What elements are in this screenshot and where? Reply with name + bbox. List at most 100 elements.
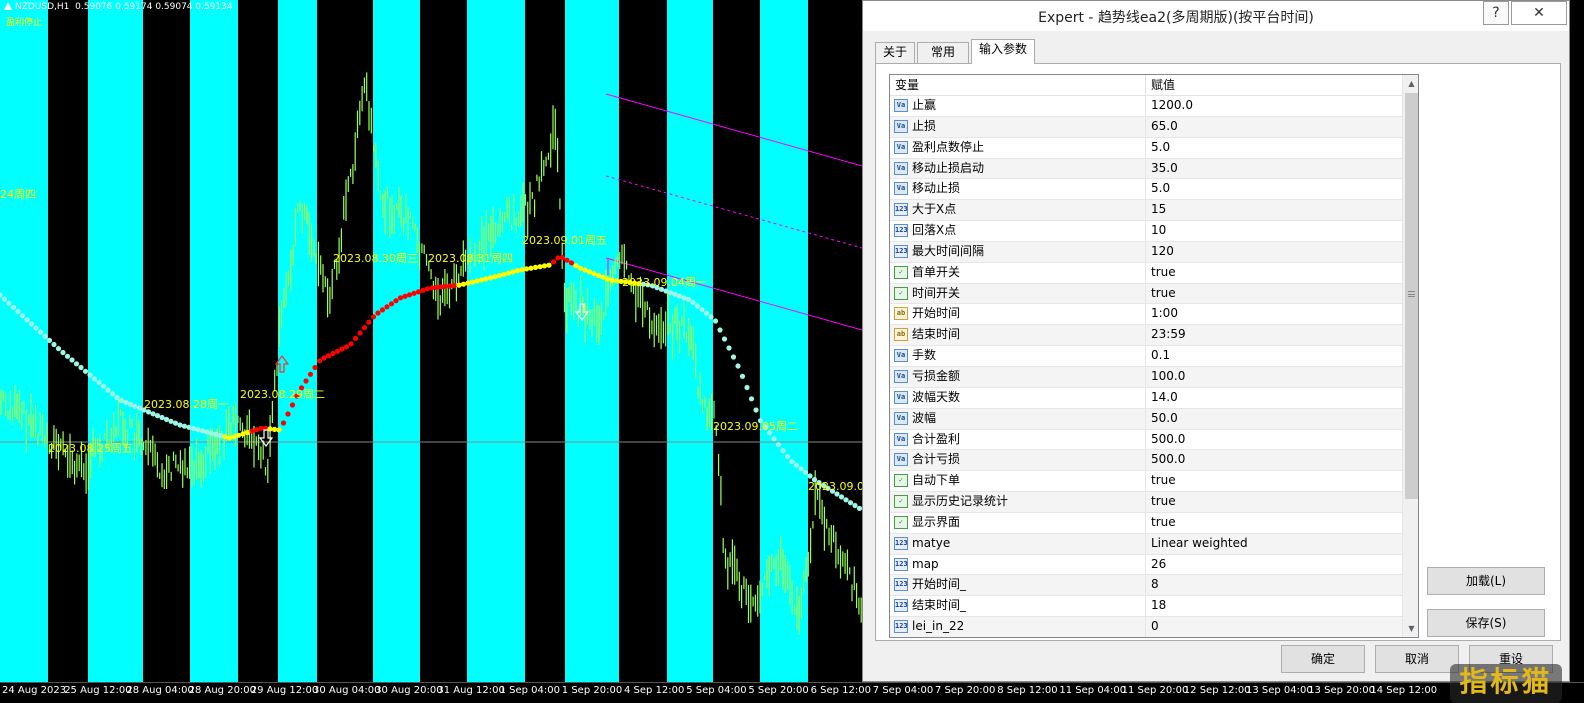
param-value[interactable]: 0.1 [1146, 346, 1402, 366]
param-row[interactable]: 123 回落X点 10 [890, 221, 1402, 242]
ma-dot [492, 274, 498, 280]
param-row[interactable]: ✓ 自动下单 true [890, 471, 1402, 493]
param-name: Va 移动止损 [890, 179, 1146, 200]
param-value[interactable]: Linear weighted [1146, 534, 1402, 554]
scroll-down-icon[interactable]: ▼ [1403, 620, 1418, 637]
param-row[interactable]: ✓ 首单开关 true [890, 262, 1402, 284]
params-scrollbar[interactable]: ▲ ▼ [1402, 75, 1418, 637]
param-row[interactable]: ✓ 时间开关 true [890, 283, 1402, 305]
close-button[interactable]: ✕ [1511, 1, 1567, 25]
ok-button[interactable]: 确定 [1281, 645, 1365, 673]
param-value[interactable]: 1200.0 [1146, 96, 1402, 116]
param-row[interactable]: Va 合计盈利 500.0 [890, 429, 1402, 451]
param-value[interactable]: true [1146, 284, 1402, 304]
param-row[interactable]: ✓ 显示界面 true [890, 512, 1402, 534]
dialog-titlebar[interactable]: Expert - 趋势线ea2(多周期版)(按平台时间) ? ✕ [863, 1, 1569, 31]
param-row[interactable]: 123 最大时间间隔 120 [890, 241, 1402, 263]
param-row[interactable]: 123 结束时间_ 18 [890, 596, 1402, 618]
param-value[interactable]: 0 [1146, 617, 1402, 637]
expert-properties-dialog: Expert - 趋势线ea2(多周期版)(按平台时间) ? ✕ 关于 常用 输… [862, 0, 1570, 682]
param-row[interactable]: 123 lei_in_22 0 [890, 617, 1402, 637]
param-value[interactable]: 5.0 [1146, 179, 1402, 199]
ma-dot [501, 271, 507, 277]
param-value[interactable]: 18 [1146, 596, 1402, 616]
day-band [0, 0, 48, 682]
param-value[interactable]: 500.0 [1146, 450, 1402, 470]
column-header-variable[interactable]: 变量 [890, 75, 1146, 96]
ma-dot [433, 284, 440, 290]
param-row[interactable]: Va 合计亏损 500.0 [890, 450, 1402, 472]
param-value[interactable]: 15 [1146, 200, 1402, 220]
param-value[interactable]: 65.0 [1146, 117, 1402, 137]
param-name: 123 最大时间间隔 [890, 241, 1146, 262]
price-chart[interactable]: 2023.08.25周五 2023.08.28周一 2023.08.29周二 2023… [0, 0, 862, 703]
param-value[interactable]: true [1146, 513, 1402, 533]
param-value[interactable]: 500.0 [1146, 430, 1402, 450]
param-value[interactable]: 120 [1146, 242, 1402, 262]
ma-dot [10, 304, 17, 310]
param-value[interactable]: true [1146, 492, 1402, 512]
ma-dot [195, 427, 201, 433]
column-header-value[interactable]: 赋值 [1146, 75, 1402, 96]
time-axis-label: 30 Aug 20:00 [375, 685, 443, 696]
save-button[interactable]: 保存(S) [1427, 609, 1545, 637]
ma-dot [496, 272, 503, 279]
ma-dot [397, 295, 404, 301]
param-value[interactable]: 26 [1146, 555, 1402, 575]
tab-inputs[interactable]: 输入参数 [971, 39, 1035, 64]
param-row[interactable]: Va 移动止损启动 35.0 [890, 158, 1402, 180]
param-row[interactable]: Va 移动止损 5.0 [890, 179, 1402, 201]
double-type-icon: Va [894, 453, 908, 467]
param-value[interactable]: 10 [1146, 221, 1402, 241]
param-row[interactable]: Va 止损 65.0 [890, 116, 1402, 138]
param-row[interactable]: 123 开始时间_ 8 [890, 575, 1402, 597]
param-value[interactable]: 14.0 [1146, 388, 1402, 408]
ma-dot [483, 276, 489, 282]
param-value[interactable]: 100.0 [1146, 367, 1402, 387]
param-name-text: 移动止损启动 [912, 160, 985, 175]
param-row[interactable]: Va 止赢 1200.0 [890, 96, 1402, 117]
load-button[interactable]: 加载(L) [1427, 567, 1545, 595]
param-value[interactable]: 1:00 [1146, 304, 1402, 324]
param-row[interactable]: Va 亏损金额 100.0 [890, 366, 1402, 388]
param-value[interactable]: 5.0 [1146, 138, 1402, 158]
param-row[interactable]: ✓ 显示历史记录统计 true [890, 492, 1402, 513]
ma-dot [393, 298, 399, 304]
param-row[interactable]: Va 波幅 50.0 [890, 408, 1402, 430]
help-button[interactable]: ? [1483, 1, 1509, 25]
params-grid[interactable]: 变量 赋值 Va 止赢 1200.0 Va 止损 65.0 Va 盈利点数停止 5.0 Va 移动止… [889, 74, 1419, 638]
param-row[interactable]: 123 matye Linear weighted [890, 533, 1402, 555]
ma-dot [226, 435, 233, 441]
param-row[interactable]: Va 手数 0.1 [890, 346, 1402, 367]
tab-common[interactable]: 常用 [917, 42, 969, 63]
tab-about[interactable]: 关于 [875, 42, 915, 63]
param-row[interactable]: Va 波幅天数 14.0 [890, 387, 1402, 409]
param-value[interactable]: 35.0 [1146, 159, 1402, 179]
param-row[interactable]: ab 开始时间 1:00 [890, 304, 1402, 326]
param-value[interactable]: 50.0 [1146, 409, 1402, 429]
params-grid-header: 变量 赋值 [890, 75, 1402, 96]
cancel-button[interactable]: 取消 [1375, 645, 1459, 673]
ma-dot [384, 304, 390, 310]
param-value[interactable]: 23:59 [1146, 325, 1402, 345]
param-value[interactable]: 8 [1146, 575, 1402, 595]
param-name: Va 止赢 [890, 96, 1146, 116]
param-row[interactable]: Va 盈利点数停止 5.0 [890, 137, 1402, 159]
param-value[interactable]: true [1146, 471, 1402, 491]
param-name-text: 亏损金额 [912, 368, 961, 383]
param-name: 123 结束时间_ [890, 596, 1146, 617]
scroll-up-icon[interactable]: ▲ [1403, 75, 1418, 92]
scroll-thumb[interactable] [1405, 93, 1418, 499]
param-row[interactable]: 123 大于X点 15 [890, 200, 1402, 222]
ma-dot [258, 425, 264, 431]
param-name-text: 结束时间 [912, 327, 961, 342]
param-value[interactable]: true [1146, 263, 1402, 283]
param-name-text: 开始时间_ [912, 577, 967, 592]
param-row[interactable]: ab 结束时间 23:59 [890, 325, 1402, 347]
ma-dot [37, 329, 44, 335]
ma-dot [244, 429, 251, 436]
ma-dot [438, 284, 444, 290]
chart-canvas[interactable]: 2023.08.25周五 2023.08.28周一 2023.08.29周二 2023… [0, 0, 862, 682]
param-row[interactable]: 123 map 26 [890, 554, 1402, 576]
param-name: Va 盈利点数停止 [890, 137, 1146, 158]
